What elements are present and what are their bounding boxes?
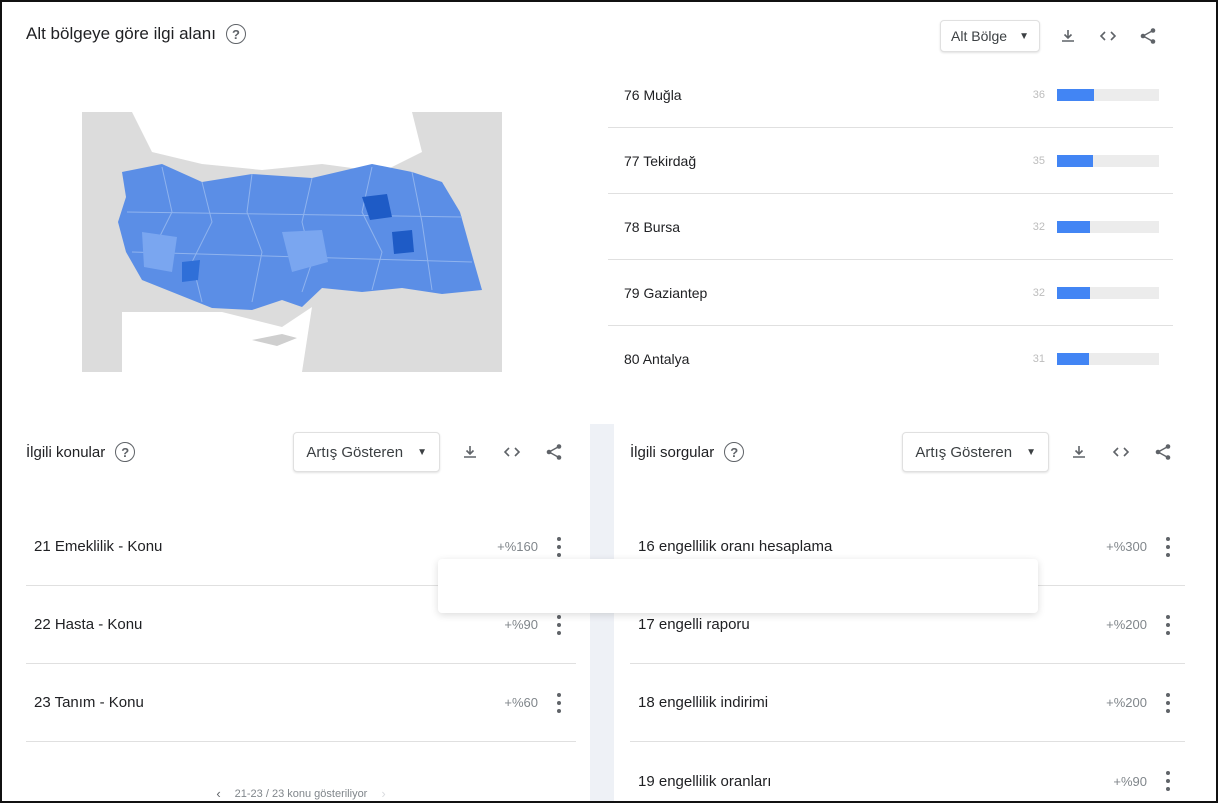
related-queries-header: İlgili sorgular ? Artış Gösteren ▼: [630, 432, 1185, 472]
topics-pager: ‹ 21-23 / 23 konu gösteriliyor ›: [26, 786, 576, 801]
related-topics-title: İlgili konular ?: [26, 442, 136, 462]
topic-value: +%90: [504, 617, 538, 632]
more-vert-icon[interactable]: [1163, 771, 1173, 791]
panel-divider: [590, 424, 614, 801]
related-topics-title-text: İlgili konular: [26, 443, 106, 461]
map-region-dark-2: [392, 230, 414, 254]
dropdown-caret-icon: ▼: [1026, 446, 1036, 458]
download-icon[interactable]: [1056, 24, 1080, 48]
query-value: +%200: [1106, 695, 1147, 710]
related-queries-list: 16 engellilik oranı hesaplama +%300 17 e…: [630, 508, 1185, 801]
region-bar-track: [1057, 88, 1159, 101]
embed-code-icon[interactable]: [500, 440, 524, 464]
region-value: 32: [1032, 220, 1045, 233]
embed-code-icon[interactable]: [1096, 24, 1120, 48]
related-topics-header: İlgili konular ? Artış Gösteren ▼: [26, 432, 576, 472]
help-icon[interactable]: ?: [225, 24, 246, 44]
related-topics-panel: İlgili konular ? Artış Gösteren ▼ 21 Eme…: [26, 424, 576, 801]
more-vert-icon[interactable]: [1163, 536, 1173, 557]
more-vert-icon[interactable]: [1163, 614, 1173, 635]
more-vert-icon[interactable]: [554, 692, 564, 713]
region-label: 76 Muğla: [624, 86, 682, 103]
related-queries-panel: İlgili sorgular ? Artış Gösteren ▼ 16 en…: [630, 424, 1185, 801]
resolution-select-value: Alt Bölge: [951, 28, 1008, 44]
share-icon[interactable]: [1136, 24, 1160, 48]
queries-filter-select[interactable]: Artış Gösteren ▼: [902, 432, 1049, 472]
query-label: 18 engellilik indirimi: [638, 694, 769, 711]
topics-filter-select[interactable]: Artış Gösteren ▼: [293, 432, 440, 472]
region-value: 35: [1032, 154, 1045, 167]
query-label: 19 engellilik oranları: [638, 772, 772, 790]
region-card-toolbar: Alt Bölge ▼: [940, 20, 1160, 52]
list-item[interactable]: 19 engellilik oranları +%90: [630, 742, 1185, 801]
related-queries-title-text: İlgili sorgular: [630, 443, 715, 461]
region-card-title-text: Alt bölgeye göre ilgi alanı: [26, 24, 216, 43]
pager-next-icon[interactable]: ›: [381, 786, 385, 801]
related-queries-toolbar: Artış Gösteren ▼: [902, 432, 1175, 472]
region-value: 32: [1032, 286, 1045, 299]
trends-page: Alt bölgeye göre ilgi alanı ? Alt Bölge …: [0, 0, 1218, 803]
topic-value: +%60: [504, 695, 538, 710]
more-vert-icon[interactable]: [554, 614, 564, 635]
region-bar-fill: [1057, 286, 1090, 299]
dropdown-caret-icon: ▼: [1019, 30, 1029, 42]
pager-prev-icon[interactable]: ‹: [216, 786, 220, 801]
region-label: 78 Bursa: [624, 218, 681, 235]
pager-text: 21-23 / 23 konu gösteriliyor: [234, 787, 368, 800]
related-topics-toolbar: Artış Gösteren ▼: [293, 432, 566, 472]
query-label: 17 engelli raporu: [638, 616, 750, 633]
region-card-title: Alt bölgeye göre ilgi alanı ?: [26, 24, 246, 44]
query-label: 16 engellilik oranı hesaplama: [638, 538, 833, 555]
region-ranking-list: 76 Muğla 36 77 Tekirdağ 35 78 Bursa 32 7…: [608, 62, 1173, 392]
region-bar-track: [1057, 286, 1159, 299]
download-icon[interactable]: [1067, 440, 1091, 464]
region-row[interactable]: 78 Bursa 32: [608, 194, 1173, 260]
share-icon[interactable]: [1151, 440, 1175, 464]
region-bar-track: [1057, 154, 1159, 167]
region-label: 77 Tekirdağ: [624, 152, 697, 169]
topics-filter-value: Artış Gösteren: [306, 443, 404, 461]
region-bar-fill: [1057, 353, 1089, 365]
region-value: 31: [1032, 353, 1045, 365]
region-label: 79 Gaziantep: [624, 284, 708, 301]
query-value: +%200: [1106, 617, 1147, 632]
region-value: 36: [1032, 88, 1045, 101]
topic-label: 22 Hasta - Konu: [34, 616, 143, 633]
region-row[interactable]: 76 Muğla 36: [608, 62, 1173, 128]
download-icon[interactable]: [458, 440, 482, 464]
related-queries-title: İlgili sorgular ?: [630, 442, 745, 462]
queries-filter-value: Artış Gösteren: [915, 443, 1013, 461]
more-vert-icon[interactable]: [554, 536, 564, 557]
region-bar-fill: [1057, 220, 1090, 233]
query-value: +%90: [1113, 773, 1147, 789]
region-bar-fill: [1057, 88, 1094, 101]
resolution-select[interactable]: Alt Bölge ▼: [940, 20, 1040, 52]
topic-label: 23 Tanım - Konu: [34, 694, 144, 711]
region-row[interactable]: 79 Gaziantep 32: [608, 260, 1173, 326]
region-bar-track: [1057, 353, 1159, 365]
dropdown-caret-icon: ▼: [417, 446, 427, 458]
help-icon[interactable]: ?: [724, 442, 745, 462]
region-label: 80 Antalya: [624, 351, 690, 367]
floating-tooltip-card: [438, 559, 1038, 613]
turkey-region-map[interactable]: [82, 112, 502, 372]
topic-value: +%160: [497, 539, 538, 554]
topic-label: 21 Emeklilik - Konu: [34, 538, 163, 555]
embed-code-icon[interactable]: [1109, 440, 1133, 464]
list-item[interactable]: 23 Tanım - Konu +%60: [26, 664, 576, 742]
query-value: +%300: [1106, 539, 1147, 554]
more-vert-icon[interactable]: [1163, 692, 1173, 713]
region-row[interactable]: 80 Antalya 31: [608, 326, 1173, 392]
share-icon[interactable]: [542, 440, 566, 464]
region-row[interactable]: 77 Tekirdağ 35: [608, 128, 1173, 194]
related-topics-list: 21 Emeklilik - Konu +%160 22 Hasta - Kon…: [26, 508, 576, 742]
map-region-dark-3: [182, 260, 200, 282]
list-item[interactable]: 18 engellilik indirimi +%200: [630, 664, 1185, 742]
map-region-light-west: [142, 232, 177, 272]
region-bar-fill: [1057, 154, 1093, 167]
help-icon[interactable]: ?: [115, 442, 136, 462]
region-bar-track: [1057, 220, 1159, 233]
